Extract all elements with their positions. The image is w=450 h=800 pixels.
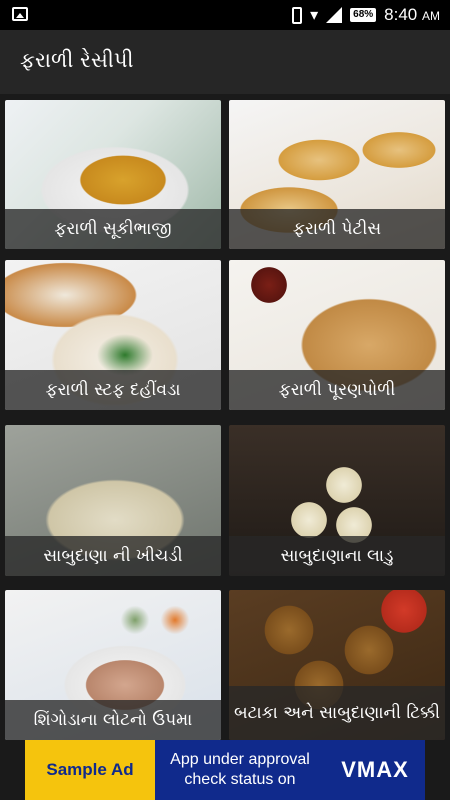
status-bar: ▾ 68% 8:40 AM [0,0,450,30]
recipe-card[interactable]: ફરાળી સૂકીભાજી [5,100,221,249]
ad-brand-logo: VMAX [341,757,409,782]
recipe-label: શિંગોડાના લોટનો ઉપમા [5,700,221,740]
recipe-grid: ફરાળી સૂકીભાજી ફરાળી પેટીસ ફરાળી સ્ટફ દહ… [0,94,450,740]
clock-ampm: AM [422,9,440,23]
recipe-card[interactable]: બટાકા અને સાબુદાણાની ટિક્કી [229,590,445,740]
recipe-card[interactable]: સાબુદાણા ની ખીચડી [5,425,221,576]
recipe-card[interactable]: ફરાળી પેટીસ [229,100,445,249]
app-bar: ફરાળી રેસીપી [0,30,450,94]
recipe-card[interactable]: શિંગોડાના લોટનો ઉપમા [5,590,221,740]
banner-ad[interactable]: Sample Ad App under approval check statu… [25,740,425,800]
clock: 8:40 AM [384,5,440,25]
recipe-label: ફરાળી પેટીસ [229,209,445,249]
signal-icon [326,7,343,23]
recipe-label: સાબુદાણા ની ખીચડી [5,536,221,576]
image-icon [12,7,28,21]
recipe-card[interactable]: ફરાળી સ્ટફ દહીંવડા [5,260,221,410]
recipe-card[interactable]: સાબુદાણાના લાડુ [229,425,445,576]
wifi-icon: ▾ [310,5,319,24]
ad-sample-label: Sample Ad [25,740,155,800]
recipe-label: ફરાળી સ્ટફ દહીંવડા [5,370,221,410]
recipe-label: બટાકા અને સાબુદાણાની ટિક્કી [229,686,445,740]
recipe-label: સાબુદાણાના લાડુ [229,536,445,576]
recipe-card[interactable]: ફરાળી પૂરણપોળી [229,260,445,410]
ad-bar: Sample Ad App under approval check statu… [0,740,450,800]
ad-message: App under approval check status on [170,751,310,788]
battery-icon: 68% [350,8,377,22]
recipe-label: ફરાળી સૂકીભાજી [5,209,221,249]
page-title: ફરાળી રેસીપી [20,48,134,72]
phone-icon [292,6,303,24]
recipe-label: ફરાળી પૂરણપોળી [229,370,445,410]
clock-time: 8:40 [384,5,418,24]
